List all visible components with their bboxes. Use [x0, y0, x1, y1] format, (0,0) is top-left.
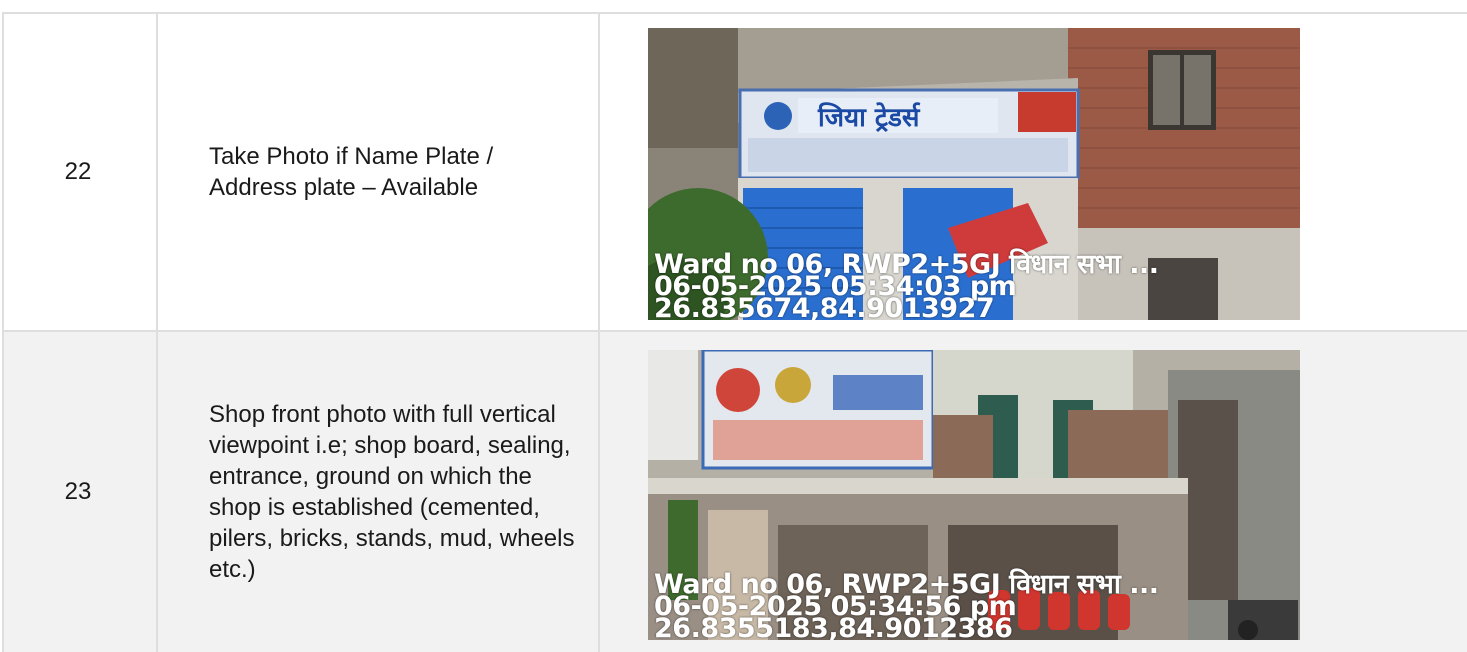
sign-text: जिया ट्रेडर्स [817, 102, 921, 133]
row-description: Take Photo if Name Plate / Address plate… [209, 143, 494, 201]
photo-stamp: Ward no 06, RWP2+5GJ विधान सभा ... 06-05… [654, 251, 1159, 320]
shop-front-photo: Ward no 06, RWP2+5GJ विधान सभा ... 06-05… [648, 350, 1300, 640]
table-row: 22 Take Photo if Name Plate / Address pl… [2, 14, 1467, 332]
row-photo-cell: Ward no 06, RWP2+5GJ विधान सभा ... 06-05… [598, 332, 1467, 652]
stamp-coordinates: 26.8355183,84.9012386 [654, 613, 1013, 640]
row-number-cell: 22 [2, 14, 156, 330]
stamp-coordinates: 26.835674,84.9013927 [654, 292, 995, 320]
row-photo-cell: जिया ट्रेडर्स Ward no 06, RWP2+5GJ विधान… [598, 14, 1467, 330]
table-row: 23 Shop front photo with full vertical v… [2, 332, 1467, 652]
row-number-cell: 23 [2, 332, 156, 652]
row-number: 22 [64, 158, 92, 185]
photo-stamp: Ward no 06, RWP2+5GJ विधान सभा ... 06-05… [654, 571, 1159, 640]
row-number: 23 [64, 478, 92, 505]
row-description-cell: Take Photo if Name Plate / Address plate… [156, 14, 598, 330]
row-description-cell: Shop front photo with full vertical view… [156, 332, 598, 652]
checklist-table: 22 Take Photo if Name Plate / Address pl… [2, 12, 1467, 652]
row-description: Shop front photo with full vertical view… [209, 401, 575, 583]
shop-name-plate-photo: जिया ट्रेडर्स Ward no 06, RWP2+5GJ विधान… [648, 27, 1300, 320]
